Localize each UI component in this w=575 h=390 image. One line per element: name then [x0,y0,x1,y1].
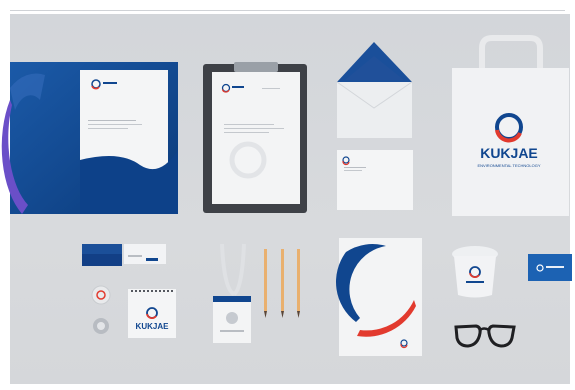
id-badge [213,243,251,343]
pencil-icon [281,249,284,318]
clipboard [203,62,307,213]
blue-card [528,254,572,281]
round-badges [91,285,111,334]
presentation-folder [1,62,178,214]
pencils [264,249,300,318]
bag-brand-tagline: ENVIRONMENTAL TECHNOLOGY [477,163,540,168]
paper-bag: KUKJAE ENVIRONMENTAL TECHNOLOGY [452,35,569,216]
envelope [336,42,413,138]
notepad: KUKJAE [128,289,176,338]
glasses-icon [454,324,516,348]
notepad-brand-name: KUKJAE [136,322,170,331]
pencil-icon [297,249,300,318]
paper-bag-handle-icon [479,35,543,68]
clipboard-clip-icon [234,62,278,72]
mockup-illustration: KUKJAE ENVIRONMENTAL TECHNOLOGY KUKJAE [1,35,572,356]
notebook [336,238,422,356]
envelope-card [337,150,413,210]
coffee-cup [452,246,498,298]
pencil-icon [264,249,267,318]
stationery-mockup-scene: KUKJAE ENVIRONMENTAL TECHNOLOGY KUKJAE [0,0,575,390]
bag-brand-name: KUKJAE [480,145,538,161]
business-cards [82,244,166,266]
